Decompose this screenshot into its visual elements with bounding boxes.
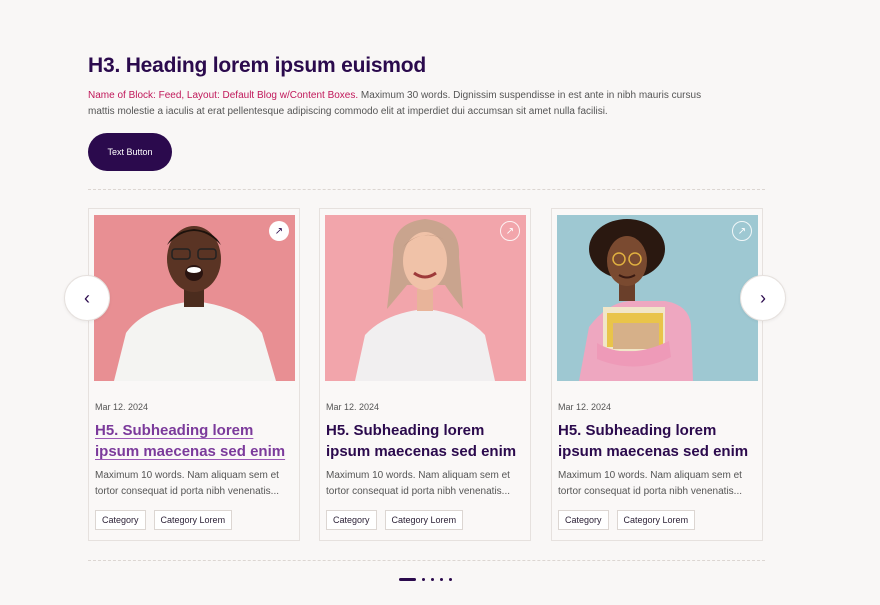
smiling-woman-photo[interactable]: ↗ — [325, 215, 526, 381]
post-title-link[interactable]: H5. Subheading lorem ipsum maecenas sed … — [95, 420, 295, 462]
category-chip[interactable]: Category Lorem — [384, 510, 464, 530]
carousel-pagination — [399, 578, 452, 581]
divider-top — [88, 189, 765, 190]
block-meta-label: Name of Block: Feed, Layout: Default Blo… — [88, 90, 359, 101]
blog-card[interactable]: ↗ Mar 12. 2024 H5. Subheading lorem ipsu… — [319, 208, 531, 541]
category-list: Category Category Lorem — [326, 510, 464, 530]
external-link-icon[interactable]: ↗ — [269, 221, 289, 241]
post-excerpt: Maximum 10 words. Nam aliquam sem et tor… — [326, 470, 511, 497]
chevron-left-icon: ‹ — [84, 287, 90, 308]
external-link-icon[interactable]: ↗ — [500, 221, 520, 241]
text-button[interactable]: Text Button — [88, 133, 172, 171]
pagination-dot[interactable] — [431, 578, 434, 581]
pagination-dot[interactable] — [422, 578, 425, 581]
post-date: Mar 12. 2024 — [326, 402, 380, 412]
category-list: Category Category Lorem — [558, 510, 696, 530]
post-excerpt: Maximum 10 words. Nam aliquam sem et tor… — [95, 470, 280, 497]
category-chip[interactable]: Category Lorem — [616, 510, 696, 530]
category-chip[interactable]: Category — [326, 510, 377, 530]
pagination-dot[interactable] — [449, 578, 452, 581]
category-chip[interactable]: Category — [95, 510, 146, 530]
category-list: Category Category Lorem — [95, 510, 233, 530]
blog-card[interactable]: ↗ Mar 12. 2024 H5. Subheading lorem ipsu… — [551, 208, 763, 541]
divider-bottom — [88, 560, 765, 561]
page-title: H3. Heading lorem ipsum euismod — [88, 54, 427, 77]
carousel-prev-button[interactable]: ‹ — [64, 275, 110, 321]
pagination-dot[interactable] — [440, 578, 443, 581]
chevron-right-icon: › — [760, 287, 766, 308]
woman-with-books-photo[interactable]: ↗ — [557, 215, 758, 381]
post-date: Mar 12. 2024 — [558, 402, 612, 412]
block-description: Name of Block: Feed, Layout: Default Blo… — [88, 88, 708, 120]
carousel-next-button[interactable]: › — [740, 275, 786, 321]
category-chip[interactable]: Category Lorem — [153, 510, 233, 530]
pagination-dot-active[interactable] — [399, 578, 416, 581]
external-link-icon[interactable]: ↗ — [732, 221, 752, 241]
post-date: Mar 12. 2024 — [95, 402, 149, 412]
smiling-man-photo[interactable]: ↗ — [94, 215, 295, 381]
post-title-link[interactable]: H5. Subheading lorem ipsum maecenas sed … — [326, 420, 526, 462]
post-title-link[interactable]: H5. Subheading lorem ipsum maecenas sed … — [558, 420, 758, 462]
blog-card[interactable]: ↗ Mar 12. 2024 H5. Subheading lorem ipsu… — [88, 208, 300, 541]
category-chip[interactable]: Category — [558, 510, 609, 530]
post-excerpt: Maximum 10 words. Nam aliquam sem et tor… — [558, 470, 743, 497]
